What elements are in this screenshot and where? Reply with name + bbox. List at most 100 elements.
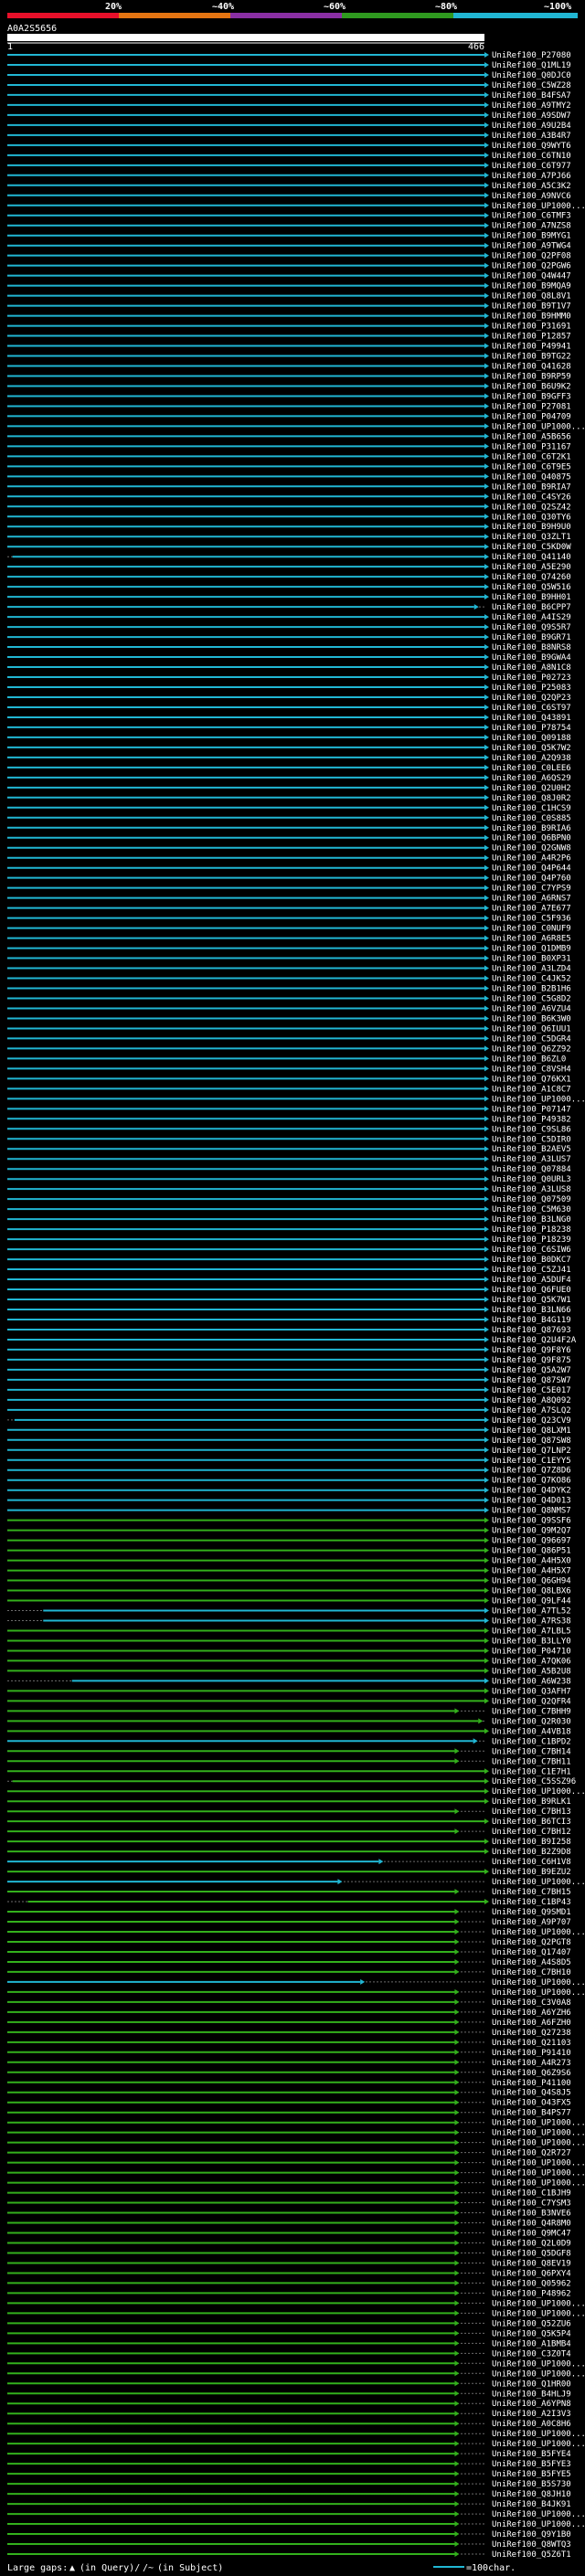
- hit-label[interactable]: UniRef100_Q8J0R2: [492, 794, 571, 803]
- hit-label[interactable]: UniRef100_A2Q938: [492, 754, 571, 763]
- hit-label[interactable]: UniRef100_Q2R030: [492, 1717, 571, 1726]
- hit-label[interactable]: UniRef100_C5ZJ41: [492, 1266, 571, 1275]
- hit-label[interactable]: UniRef100_Q1HR00: [492, 2380, 571, 2389]
- hit-label[interactable]: UniRef100_A9NVC6: [492, 192, 571, 201]
- hit-label[interactable]: UniRef100_Q9WYT6: [492, 142, 571, 151]
- hit-label[interactable]: UniRef100_C6H1V8: [492, 1858, 571, 1867]
- hit-label[interactable]: UniRef100_Q07509: [492, 1195, 571, 1204]
- hit-label[interactable]: UniRef100_Q0URL3: [492, 1175, 571, 1184]
- hit-label[interactable]: UniRef100_C5WZ28: [492, 81, 571, 90]
- hit-label[interactable]: UniRef100_UP1000...: [492, 2169, 585, 2178]
- hit-label[interactable]: UniRef100_Q4DYK2: [492, 1487, 571, 1496]
- hit-label[interactable]: UniRef100_Q9S5R7: [492, 623, 571, 632]
- hit-label[interactable]: UniRef100_Q2GNW8: [492, 844, 571, 853]
- hit-label[interactable]: UniRef100_B9MQA9: [492, 282, 571, 292]
- hit-label[interactable]: UniRef100_Q23CV9: [492, 1416, 571, 1426]
- hit-label[interactable]: UniRef100_C0LEE6: [492, 764, 571, 773]
- hit-label[interactable]: UniRef100_Q87SW7: [492, 1376, 571, 1385]
- hit-label[interactable]: UniRef100_UP1000...: [492, 1787, 585, 1797]
- hit-label[interactable]: UniRef100_C6T2K1: [492, 452, 571, 461]
- hit-label[interactable]: UniRef100_A7NZS8: [492, 222, 571, 231]
- hit-label[interactable]: UniRef100_A3LZD4: [492, 965, 571, 974]
- hit-label[interactable]: UniRef100_Q2U4F2A: [492, 1336, 577, 1345]
- hit-label[interactable]: UniRef100_Q40875: [492, 472, 571, 482]
- hit-label[interactable]: UniRef100_A8N1C8: [492, 663, 571, 673]
- hit-label[interactable]: UniRef100_B0XP31: [492, 955, 571, 964]
- hit-label[interactable]: UniRef100_Q9F875: [492, 1356, 571, 1365]
- hit-label[interactable]: UniRef100_Q9SMD1: [492, 1908, 571, 1917]
- hit-label[interactable]: UniRef100_UP1000...: [492, 2359, 585, 2369]
- hit-label[interactable]: UniRef100_A6QS29: [492, 774, 571, 783]
- hit-label[interactable]: UniRef100_UP1000...: [492, 1978, 585, 1988]
- hit-label[interactable]: UniRef100_UP1000...: [492, 2520, 585, 2529]
- hit-label[interactable]: UniRef100_B2Z9D8: [492, 1848, 571, 1857]
- hit-label[interactable]: UniRef100_A3B4R7: [492, 132, 571, 141]
- hit-label[interactable]: UniRef100_Q4S8J5: [492, 2089, 571, 2098]
- hit-label[interactable]: UniRef100_C6TMF3: [492, 212, 571, 221]
- hit-label[interactable]: UniRef100_A9U2B4: [492, 122, 571, 131]
- hit-label[interactable]: UniRef100_UP1000...: [492, 1988, 585, 1998]
- hit-label[interactable]: UniRef100_Q0DJC0: [492, 71, 571, 80]
- hit-label[interactable]: UniRef100_Q1DMB9: [492, 945, 571, 954]
- hit-label[interactable]: UniRef100_B0DKC7: [492, 1256, 571, 1265]
- hit-label[interactable]: UniRef100_Q8JH10: [492, 2490, 571, 2499]
- hit-label[interactable]: UniRef100_UP1000...: [492, 1928, 585, 1937]
- hit-label[interactable]: UniRef100_Q30TY6: [492, 513, 571, 522]
- hit-label[interactable]: UniRef100_A6W238: [492, 1677, 571, 1686]
- hit-label[interactable]: UniRef100_Q8LBX6: [492, 1587, 571, 1596]
- hit-label[interactable]: UniRef100_C1BP43: [492, 1898, 571, 1907]
- hit-label[interactable]: UniRef100_A9P707: [492, 1918, 571, 1927]
- hit-label[interactable]: UniRef100_Q2PGW6: [492, 262, 571, 271]
- hit-label[interactable]: UniRef100_UP1000...: [492, 2139, 585, 2148]
- hit-label[interactable]: UniRef100_Q1ML19: [492, 61, 571, 70]
- hit-label[interactable]: UniRef100_B9TG22: [492, 353, 571, 362]
- hit-label[interactable]: UniRef100_B6ZL0: [492, 1055, 566, 1064]
- hit-label[interactable]: UniRef100_A7TL52: [492, 1607, 571, 1617]
- hit-label[interactable]: UniRef100_C3V0A8: [492, 1998, 571, 2008]
- hit-label[interactable]: UniRef100_P31167: [492, 442, 571, 451]
- hit-label[interactable]: UniRef100_Q41140: [492, 553, 571, 562]
- hit-label[interactable]: UniRef100_Q5K5P4: [492, 2329, 571, 2338]
- hit-label[interactable]: UniRef100_A6VZU4: [492, 1004, 571, 1013]
- hit-label[interactable]: UniRef100_Q87SW8: [492, 1436, 571, 1446]
- hit-label[interactable]: UniRef100_C7YSM3: [492, 2200, 571, 2209]
- hit-label[interactable]: UniRef100_UP1000...: [492, 1878, 585, 1887]
- hit-label[interactable]: UniRef100_C1EYY5: [492, 1457, 571, 1466]
- hit-label[interactable]: UniRef100_Q7Z8D6: [492, 1467, 571, 1476]
- hit-label[interactable]: UniRef100_A1C8C7: [492, 1085, 571, 1094]
- hit-label[interactable]: UniRef100_UP1000...: [492, 2129, 585, 2138]
- hit-label[interactable]: UniRef100_B9H9U0: [492, 523, 571, 532]
- hit-label[interactable]: UniRef100_P91410: [492, 2049, 571, 2058]
- hit-label[interactable]: UniRef100_B5S730: [492, 2480, 571, 2489]
- hit-label[interactable]: UniRef100_B9GR71: [492, 633, 571, 642]
- hit-label[interactable]: UniRef100_A4IS29: [492, 613, 571, 622]
- hit-label[interactable]: UniRef100_A0C8H6: [492, 2420, 571, 2429]
- hit-label[interactable]: UniRef100_B4PS77: [492, 2109, 571, 2118]
- hit-label[interactable]: UniRef100_A7E677: [492, 905, 571, 914]
- hit-label[interactable]: UniRef100_P02723: [492, 673, 571, 683]
- hit-label[interactable]: UniRef100_B9HH01: [492, 593, 571, 602]
- hit-label[interactable]: UniRef100_Q41628: [492, 363, 571, 372]
- hit-label[interactable]: UniRef100_Q2QFR4: [492, 1697, 571, 1706]
- hit-label[interactable]: UniRef100_Q2PGT8: [492, 1938, 571, 1947]
- hit-label[interactable]: UniRef100_Q09188: [492, 734, 571, 743]
- hit-label[interactable]: UniRef100_B9T1V7: [492, 302, 571, 312]
- hit-label[interactable]: UniRef100_UP1000...: [492, 2430, 585, 2439]
- hit-label[interactable]: UniRef100_C1BPD2: [492, 1737, 571, 1746]
- hit-label[interactable]: UniRef100_Q86P51: [492, 1547, 571, 1556]
- hit-label[interactable]: UniRef100_Q87693: [492, 1326, 571, 1335]
- hit-label[interactable]: UniRef100_UP1000...: [492, 2159, 585, 2168]
- hit-label[interactable]: UniRef100_C6T977: [492, 162, 571, 171]
- hit-label[interactable]: UniRef100_Q5K7W1: [492, 1296, 571, 1305]
- hit-label[interactable]: UniRef100_C6TN10: [492, 152, 571, 161]
- hit-label[interactable]: UniRef100_C9SL86: [492, 1125, 571, 1134]
- hit-label[interactable]: UniRef100_Q3ZLT1: [492, 533, 571, 542]
- hit-label[interactable]: UniRef100_C7BH15: [492, 1888, 571, 1897]
- hit-label[interactable]: UniRef100_A4H5X0: [492, 1557, 571, 1566]
- hit-label[interactable]: UniRef100_C7BH10: [492, 1968, 571, 1977]
- hit-label[interactable]: UniRef100_Q2L0D9: [492, 2239, 571, 2248]
- hit-label[interactable]: UniRef100_P41100: [492, 2079, 571, 2088]
- hit-label[interactable]: UniRef100_Q07884: [492, 1165, 571, 1174]
- hit-label[interactable]: UniRef100_C0NUF9: [492, 925, 571, 934]
- hit-label[interactable]: UniRef100_A4R2P6: [492, 854, 571, 864]
